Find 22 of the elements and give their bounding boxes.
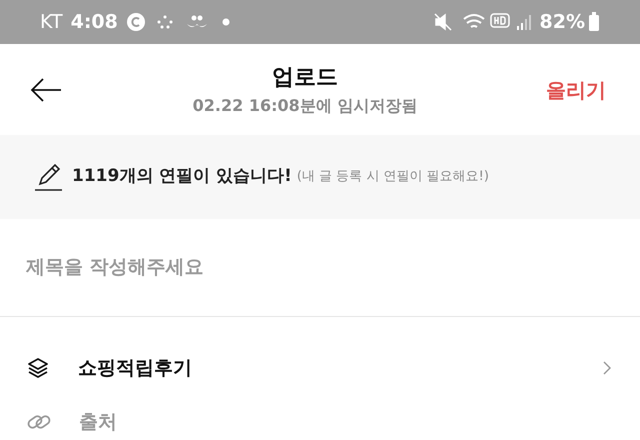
pencil-count-text: 1119개의 연필이 있습니다! xyxy=(72,165,292,188)
clock-text: 4:08 xyxy=(70,10,118,35)
title-input-field[interactable]: 제목을 작성해주세요 xyxy=(26,253,614,282)
upload-button[interactable]: 올리기 xyxy=(546,74,606,104)
battery-icon xyxy=(588,12,600,32)
signal-icon xyxy=(516,13,532,31)
carrier-text: KT xyxy=(40,10,63,35)
autosave-text: 02.22 16:08분에 임시저장됨 xyxy=(192,95,418,117)
chevron-right-icon xyxy=(602,360,612,376)
arrow-left-icon xyxy=(29,76,63,104)
layers-icon xyxy=(26,356,50,380)
sparkle-icon xyxy=(156,14,174,30)
page-title: 업로드 xyxy=(272,64,338,92)
pencil-note-text: (내 글 등록 시 연필이 필요해요!) xyxy=(296,168,489,186)
circle-icon xyxy=(126,12,146,32)
source-field[interactable]: 출처 xyxy=(79,408,117,436)
mustache-icon xyxy=(186,14,208,30)
mute-icon xyxy=(434,13,452,31)
dot-icon xyxy=(222,18,230,26)
battery-percent-text: 82% xyxy=(540,10,585,35)
pencil-icon xyxy=(34,162,64,192)
category-selector[interactable]: 쇼핑적립후기 xyxy=(78,354,602,382)
